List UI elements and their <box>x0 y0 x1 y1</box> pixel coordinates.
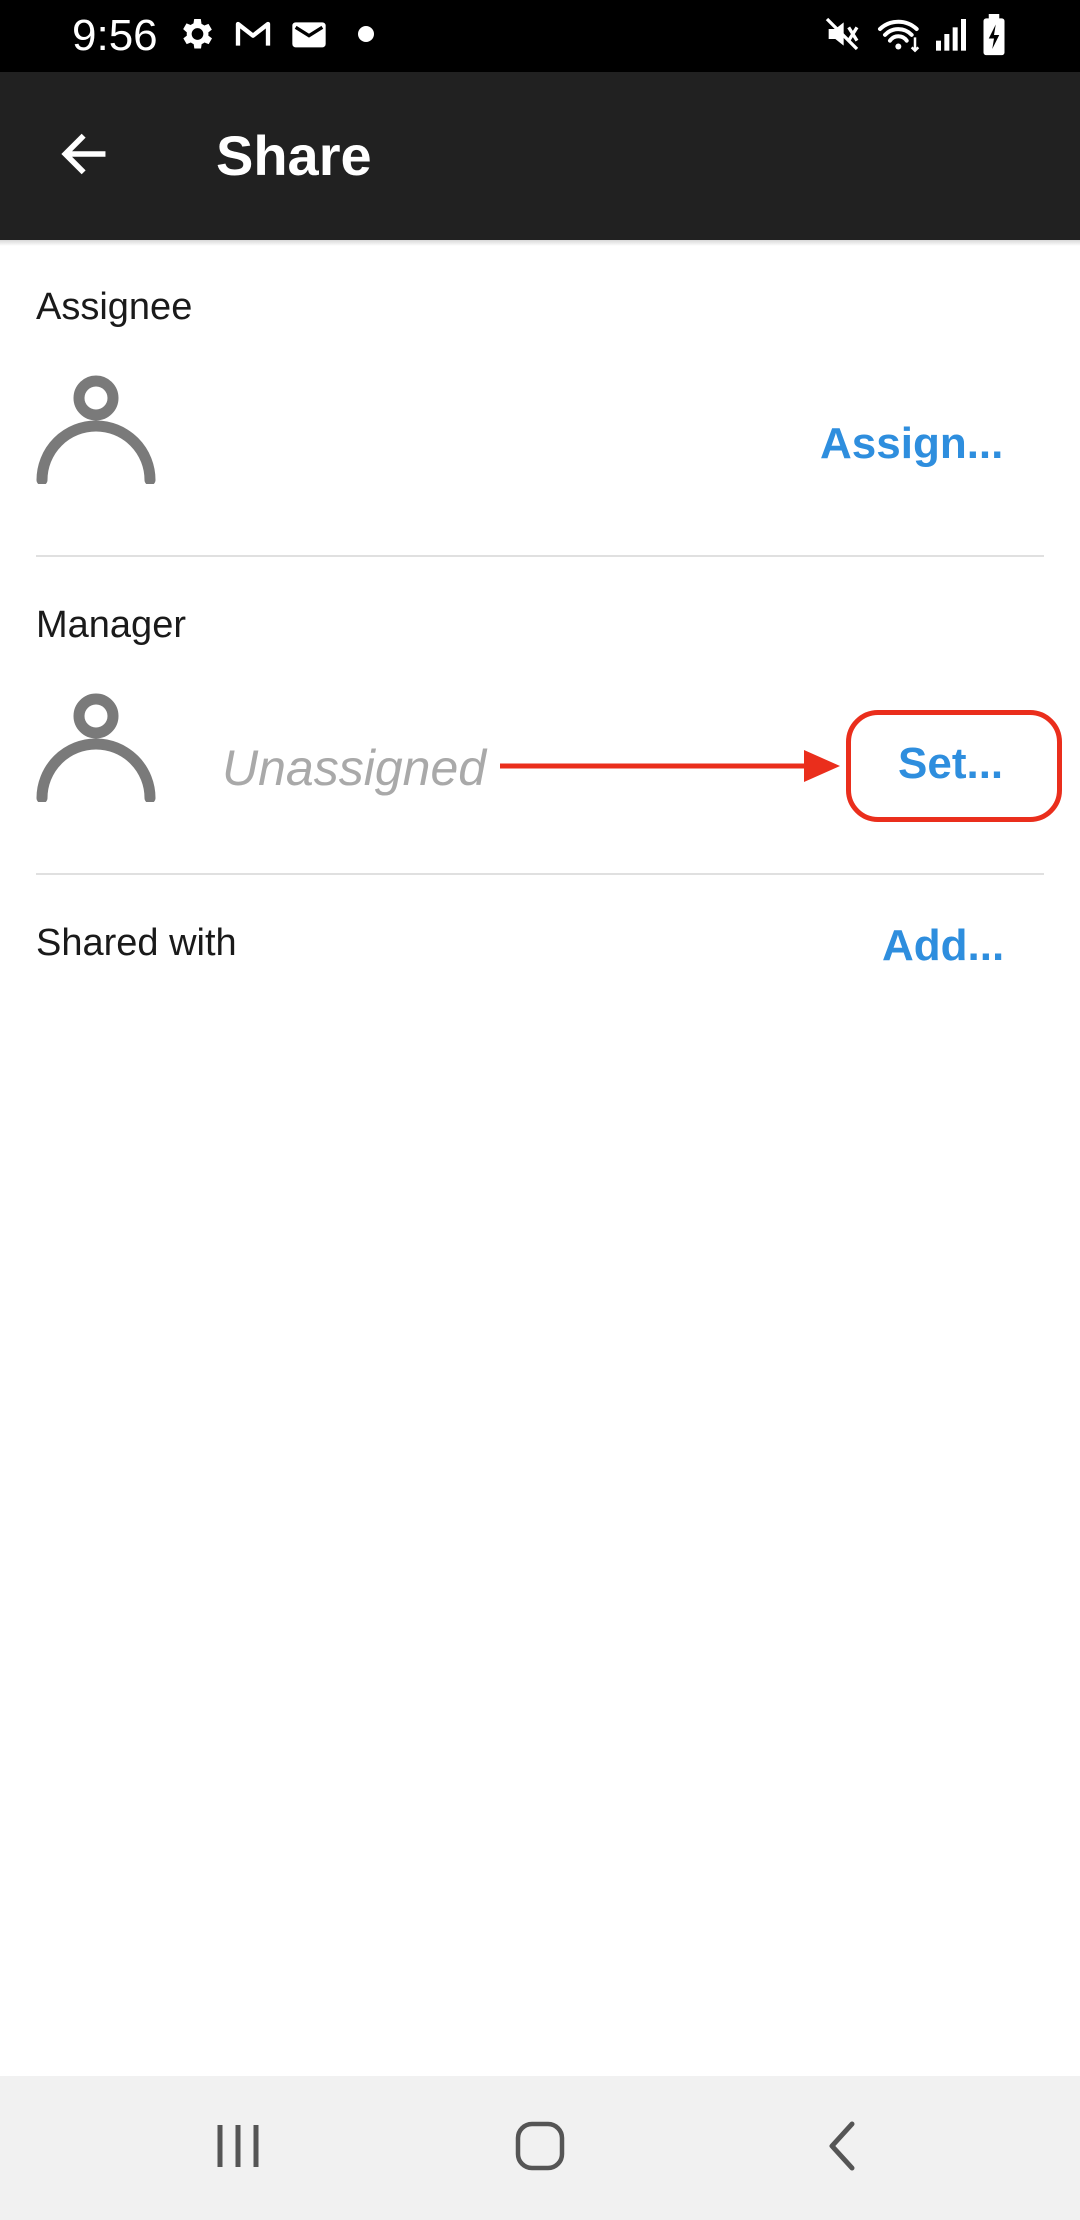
settings-icon <box>176 14 220 58</box>
back-button[interactable] <box>40 118 128 194</box>
back-nav-icon <box>822 2120 862 2177</box>
gmail-icon <box>232 14 276 58</box>
divider <box>36 555 1044 557</box>
page-title: Share <box>216 124 372 187</box>
add-button[interactable]: Add... <box>882 920 1004 972</box>
mute-icon <box>822 14 866 58</box>
divider <box>36 873 1044 875</box>
manager-value: Unassigned <box>222 740 487 796</box>
set-button[interactable]: Set... <box>898 738 1003 790</box>
status-bar: 9:56 <box>0 0 1080 72</box>
annotation-arrow <box>498 744 842 788</box>
shared-with-label: Shared with <box>36 922 237 964</box>
assign-button[interactable]: Assign... <box>820 418 1003 470</box>
arrow-back-icon <box>56 126 112 187</box>
status-time: 9:56 <box>72 11 158 60</box>
signal-icon <box>934 14 968 58</box>
mail-icon <box>288 14 334 58</box>
home-icon <box>514 2120 566 2177</box>
manager-avatar-icon <box>36 690 156 804</box>
recent-apps-icon <box>212 2121 264 2176</box>
assignee-avatar-icon <box>36 372 156 486</box>
assignee-label: Assignee <box>36 286 193 328</box>
home-button[interactable] <box>492 2112 588 2184</box>
navigation-bar <box>0 2076 1080 2220</box>
manager-label: Manager <box>36 604 186 646</box>
back-nav-button[interactable] <box>794 2112 890 2184</box>
battery-charging-icon <box>980 14 1010 58</box>
wifi-icon <box>876 14 926 58</box>
dot-icon <box>356 14 376 58</box>
app-bar-shadow <box>0 240 1080 246</box>
app-bar: Share <box>0 72 1080 240</box>
recent-apps-button[interactable] <box>190 2112 286 2184</box>
